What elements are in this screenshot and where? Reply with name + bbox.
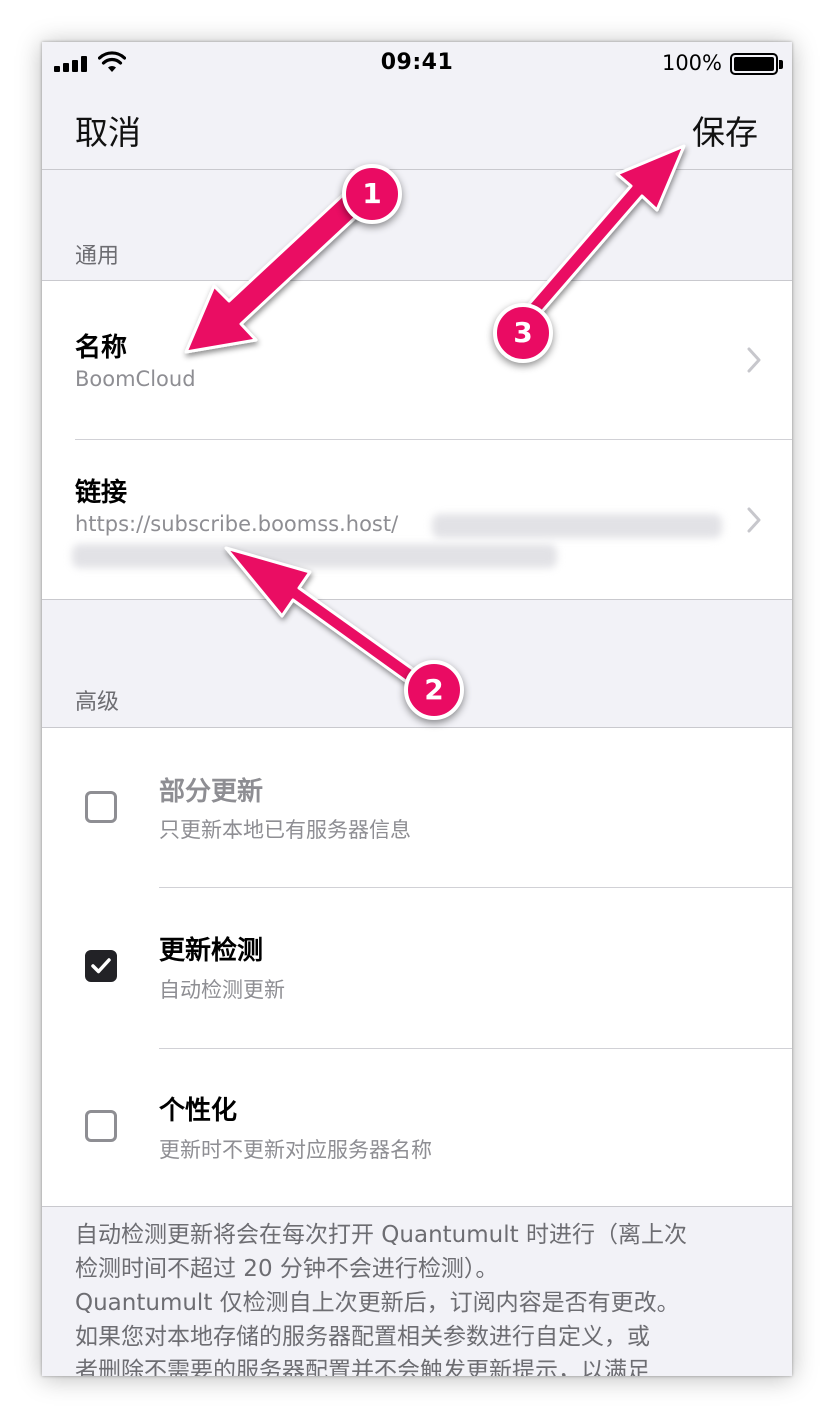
- advanced-group: 部分更新 只更新本地已有服务器信息 更新检测 自动检测更新 个性化 更新时不更新…: [42, 727, 792, 1207]
- footer-description: 自动检测更新将会在每次打开 Quantumult 时进行（离上次 检测时间不超过…: [75, 1218, 765, 1376]
- checkmark-icon: [91, 958, 111, 974]
- footer-line: Quantumult 仅检测自上次更新后，订阅内容是否有更改。: [75, 1290, 680, 1316]
- save-button[interactable]: 保存: [692, 106, 758, 154]
- battery-icon: [730, 53, 778, 75]
- footer-line: 自动检测更新将会在每次打开 Quantumult 时进行（离上次: [75, 1222, 687, 1248]
- link-row-value: https://subscribe.boomss.host/: [75, 512, 399, 536]
- name-row-title: 名称: [75, 333, 128, 363]
- link-row[interactable]: 链接 https://subscribe.boomss.host/: [42, 440, 792, 600]
- general-group: 名称 BoomCloud 链接 https://subscribe.boomss…: [42, 280, 792, 600]
- option-subtitle: 只更新本地已有服务器信息: [159, 818, 411, 842]
- option-update-check[interactable]: 更新检测 自动检测更新: [42, 888, 792, 1047]
- footer-line: 者删除不需要的服务器配置并不会触发更新提示，以满足: [75, 1358, 650, 1376]
- cancel-button[interactable]: 取消: [75, 106, 141, 154]
- battery-percentage: 100%: [661, 51, 722, 75]
- checkbox-checked[interactable]: [85, 950, 117, 982]
- option-personalize[interactable]: 个性化 更新时不更新对应服务器名称: [42, 1049, 792, 1207]
- name-row-value: BoomCloud: [75, 367, 196, 391]
- annotation-marker-2: 2: [404, 660, 464, 720]
- checkbox-unchecked[interactable]: [85, 1110, 117, 1142]
- redacted-link-part: [432, 514, 722, 538]
- battery-tip: [779, 60, 783, 69]
- footer-line: 如果您对本地存储的服务器配置相关参数进行自定义，或: [75, 1324, 650, 1350]
- option-subtitle: 更新时不更新对应服务器名称: [159, 1138, 432, 1162]
- option-title: 更新检测: [159, 936, 264, 966]
- option-title: 部分更新: [159, 777, 264, 807]
- section-header-advanced: 高级: [75, 690, 120, 715]
- checkbox-unchecked[interactable]: [85, 791, 117, 823]
- annotation-marker-1: 1: [342, 164, 402, 224]
- name-row[interactable]: 名称 BoomCloud: [42, 281, 792, 439]
- annotation-marker-3: 3: [493, 303, 553, 363]
- status-bar: 09:41 100%: [42, 42, 792, 84]
- section-header-general: 通用: [75, 244, 120, 269]
- link-row-title: 链接: [75, 478, 128, 508]
- chevron-right-icon: [747, 507, 761, 533]
- chevron-right-icon: [747, 347, 761, 373]
- option-partial-update[interactable]: 部分更新 只更新本地已有服务器信息: [42, 728, 792, 887]
- option-subtitle: 自动检测更新: [159, 978, 285, 1002]
- footer-line: 检测时间不超过 20 分钟不会进行检测）。: [75, 1256, 499, 1282]
- option-title: 个性化: [159, 1096, 238, 1126]
- redacted-link-part: [72, 544, 557, 568]
- nav-bar: 取消 保存: [42, 84, 792, 170]
